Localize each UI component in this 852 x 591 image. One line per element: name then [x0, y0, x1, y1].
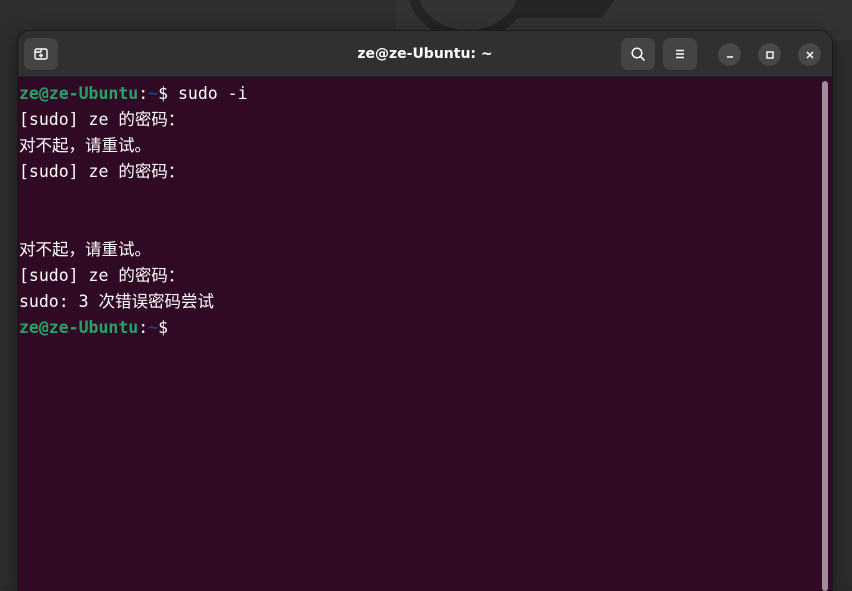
hamburger-menu-icon [676, 49, 684, 59]
prompt-symbol: $ [158, 84, 169, 103]
minimize-button[interactable] [718, 43, 741, 66]
prompt-symbol: $ [158, 318, 169, 337]
output-line: 对不起，请重试。 [19, 240, 151, 259]
prompt-path: ~ [148, 318, 159, 337]
scrollbar-thumb[interactable] [822, 81, 828, 591]
maximize-icon [765, 50, 774, 59]
scrollbar[interactable] [822, 81, 828, 591]
prompt-user: ze@ze-Ubuntu [19, 318, 139, 337]
prompt-user: ze@ze-Ubuntu [19, 84, 139, 103]
prompt-path: ~ [148, 84, 159, 103]
output-line: [sudo] ze 的密码： [19, 266, 185, 285]
minimize-icon [726, 55, 733, 58]
headerbar[interactable]: ze@ze-Ubuntu: ~ [18, 31, 832, 77]
close-icon [805, 50, 814, 59]
new-tab-icon [34, 48, 48, 60]
search-button[interactable] [621, 38, 655, 70]
output-line: [sudo] ze 的密码： [19, 162, 185, 181]
prompt-separator: : [138, 84, 149, 103]
maximize-button[interactable] [758, 43, 781, 66]
window-title: ze@ze-Ubuntu: ~ [357, 46, 493, 62]
close-button[interactable] [798, 43, 821, 66]
command-text: sudo -i [168, 84, 248, 103]
terminal-window: ze@ze-Ubuntu: ~ ze@ze-Ubuntu:~$ sudo -i … [18, 31, 832, 591]
output-line: sudo: 3 次错误密码尝试 [19, 292, 214, 311]
output-line: 对不起，请重试。 [19, 136, 151, 155]
prompt-separator: : [138, 318, 149, 337]
wallpaper-bar [511, 0, 615, 18]
terminal-output[interactable]: ze@ze-Ubuntu:~$ sudo -i [sudo] ze 的密码： 对… [18, 77, 832, 591]
menu-button[interactable] [663, 38, 697, 70]
new-tab-button[interactable] [24, 38, 58, 70]
prompt-line: ze@ze-Ubuntu:~$ [19, 317, 168, 339]
output-line: [sudo] ze 的密码： [19, 110, 185, 129]
search-icon [631, 47, 645, 61]
command-line: ze@ze-Ubuntu:~$ sudo -i [19, 83, 248, 105]
